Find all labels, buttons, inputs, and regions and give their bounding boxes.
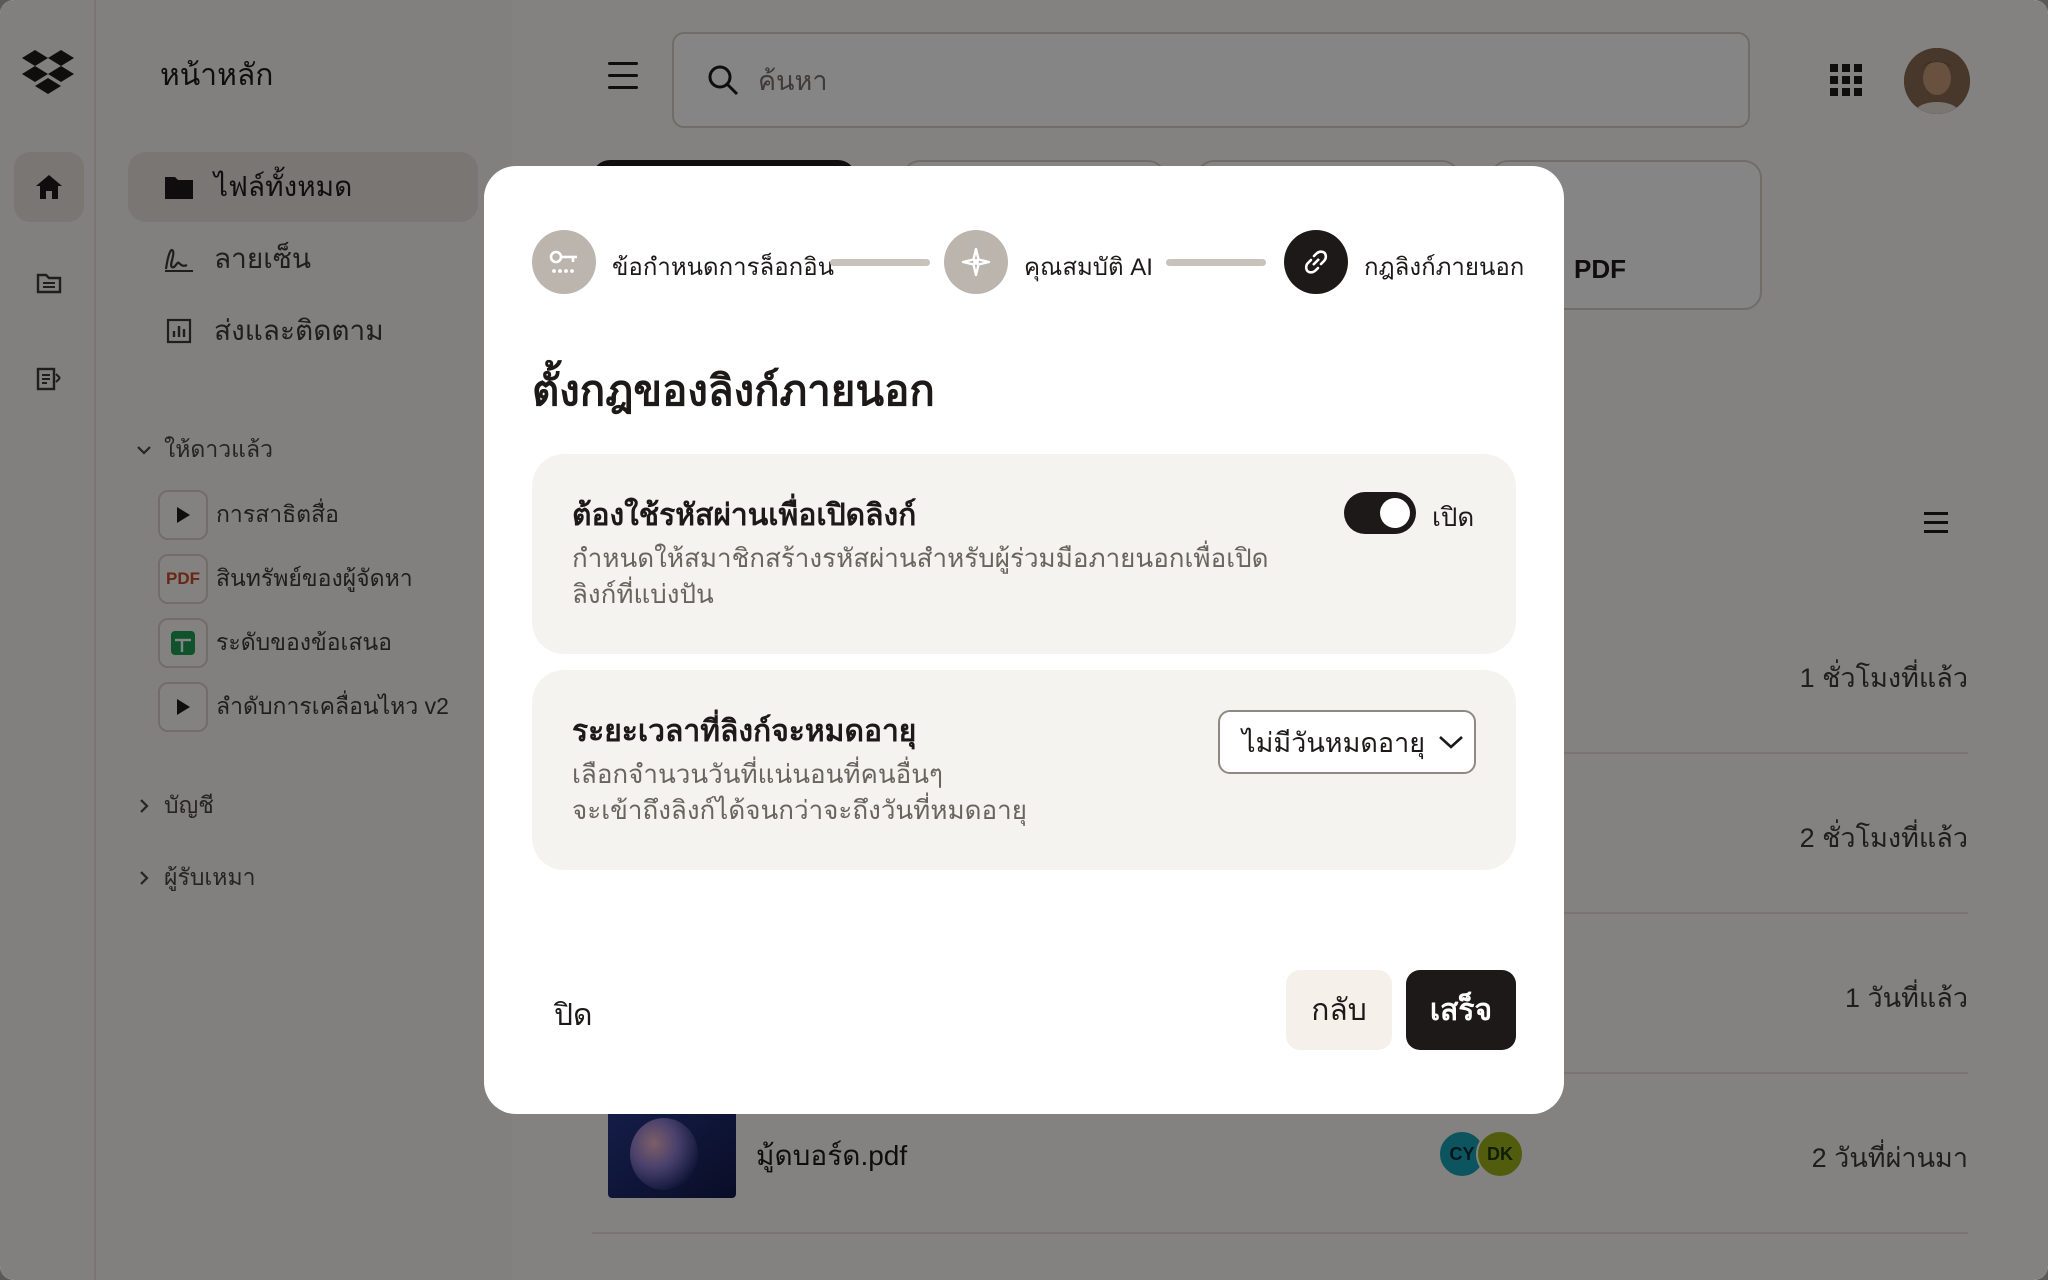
ai-sparkle-icon	[944, 230, 1008, 294]
step-label: คุณสมบัติ AI	[1024, 254, 1153, 281]
expiry-dropdown[interactable]: ไม่มีวันหมดอายุ	[1218, 710, 1476, 774]
expiry-setting-panel: ระยะเวลาที่ลิงก์จะหมดอายุ เลือกจำนวนวันท…	[532, 670, 1516, 870]
close-button[interactable]: ปิด	[554, 992, 593, 1039]
link-icon	[1284, 230, 1348, 294]
step-connector	[830, 259, 930, 266]
setting-description-line: เลือกจำนวนวันที่แน่นอนที่คนอื่นๆ	[572, 759, 944, 789]
setting-title: ระยะเวลาที่ลิงก์จะหมดอายุ	[572, 715, 917, 748]
setting-description-line: กำหนดให้สมาชิกสร้างรหัสผ่านสำหรับผู้ร่วม…	[572, 543, 1269, 573]
dialog-title: ตั้งกฎของลิงก์ภายนอก	[532, 367, 935, 414]
setting-description: เลือกจำนวนวันที่แน่นอนที่คนอื่นๆ จะเข้าถ…	[572, 756, 1027, 828]
setting-title: ต้องใช้รหัสผ่านเพื่อเปิดลิงก์	[572, 499, 917, 532]
external-link-rules-dialog: ข้อกำหนดการล็อกอิน คุณสมบัติ AI กฎลิงก์ภ…	[484, 166, 1564, 1114]
setting-description-line: จะเข้าถึงลิงก์ได้จนกว่าจะถึงวันที่หมดอาย…	[572, 795, 1027, 825]
step-label: กฎลิงก์ภายนอก	[1364, 254, 1525, 281]
done-button[interactable]: เสร็จ	[1406, 970, 1516, 1050]
progress-stepper: ข้อกำหนดการล็อกอิน คุณสมบัติ AI กฎลิงก์ภ…	[532, 230, 1525, 294]
key-icon	[532, 230, 596, 294]
toggle-state-label: เปิด	[1432, 502, 1475, 532]
setting-description-line: ลิงก์ที่แบ่งปัน	[572, 579, 714, 609]
app-window: หน้าหลัก ไฟล์ทั้งหมด ลายเซ็น ส่งและติดตา…	[0, 0, 2048, 1280]
step-connector	[1166, 259, 1266, 266]
back-button[interactable]: กลับ	[1286, 970, 1392, 1050]
expiry-selected-value: ไม่มีวันหมดอายุ	[1242, 727, 1426, 758]
setting-description: กำหนดให้สมาชิกสร้างรหัสผ่านสำหรับผู้ร่วม…	[572, 540, 1268, 612]
password-setting-panel: ต้องใช้รหัสผ่านเพื่อเปิดลิงก์ กำหนดให้สม…	[532, 454, 1516, 654]
step-label: ข้อกำหนดการล็อกอิน	[612, 254, 835, 281]
chevron-down-icon	[1437, 732, 1465, 752]
password-required-toggle[interactable]	[1344, 492, 1416, 534]
